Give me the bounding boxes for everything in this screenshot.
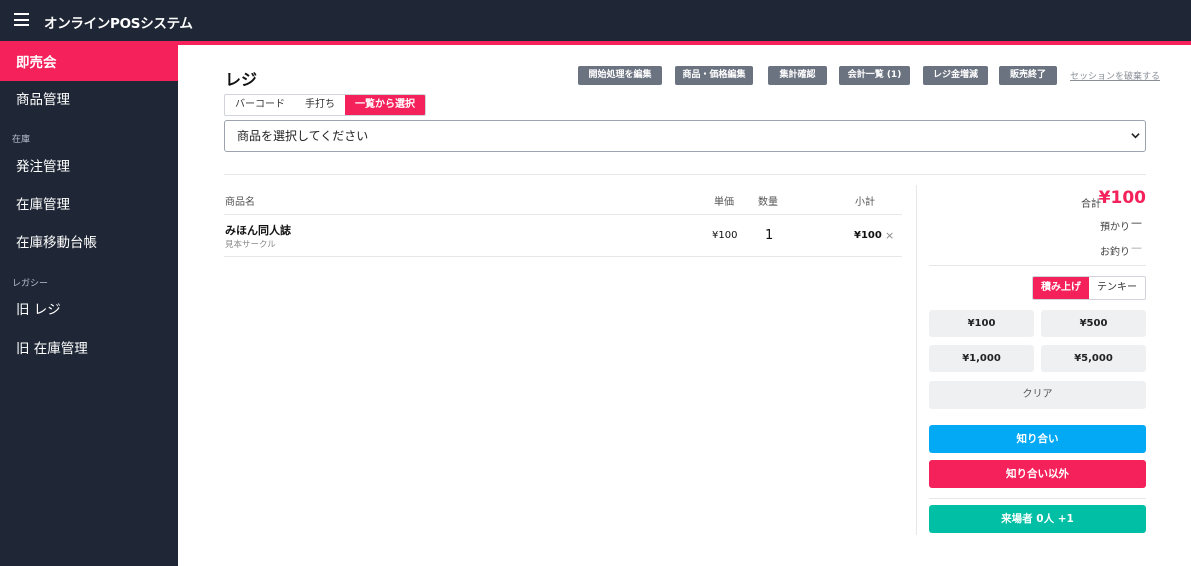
chevron-down-icon [1131,133,1140,139]
cash-100-button[interactable]: ¥100 [929,310,1034,337]
column-header-subtotal: 小計 [855,197,875,208]
mode-stack[interactable]: 積み上げ [1033,277,1089,299]
unit-price: ¥100 [712,230,738,241]
sidebar-item-order-management[interactable]: 発注管理 [0,149,178,185]
column-header-unit-price: 単価 [714,197,734,208]
change-value: — [1131,241,1142,254]
accounts-list-button[interactable]: 会計一覧 (1) [839,66,910,85]
product-select-value: 商品を選択してください [237,129,369,143]
hamburger-menu-icon[interactable] [14,13,29,26]
cash-5000-button[interactable]: ¥5,000 [1041,345,1146,372]
non-acquaintance-button[interactable]: 知り合い以外 [929,460,1146,488]
clear-button[interactable]: クリア [929,381,1146,409]
register-adjust-button[interactable]: レジ金増減 [923,66,988,85]
column-header-name: 商品名 [225,197,255,208]
product-select[interactable]: 商品を選択してください [224,120,1146,152]
received-label: 預かり [1100,222,1130,233]
sidebar-section-stock: 在庫 [12,135,31,145]
divider [224,174,1146,175]
checkout-divider [929,498,1146,499]
received-value: — [1131,216,1142,229]
page-title: レジ [225,70,258,89]
table-header-line [224,214,902,215]
sidebar-item-stock-management[interactable]: 在庫管理 [0,187,178,223]
line-subtotal: ¥100 [854,230,882,241]
tab-manual[interactable]: 手打ち [295,95,345,115]
product-name: みほん同人誌 [225,224,291,237]
tab-barcode[interactable]: バーコード [225,95,295,115]
check-totals-button[interactable]: 集計確認 [768,66,827,85]
main-content: レジ 開始処理を編集 商品・価格編集 集計確認 会計一覧 (1) レジ金増減 販… [178,45,1191,566]
sidebar-item-event-sale[interactable]: 即売会 [0,45,178,81]
quantity-value[interactable]: 1 [765,228,773,243]
edit-products-button[interactable]: 商品・価格編集 [675,66,753,85]
end-sale-button[interactable]: 販売終了 [999,66,1057,85]
top-bar: オンラインPOSシステム [0,0,1191,41]
acquaintance-button[interactable]: 知り合い [929,425,1146,453]
sidebar-section-legacy: レガシー [12,279,49,289]
column-header-qty: 数量 [758,197,778,208]
mode-tenkey[interactable]: テンキー [1089,277,1145,299]
sidebar-item-product-management[interactable]: 商品管理 [0,82,178,118]
input-method-toggle: 積み上げ テンキー [1032,276,1146,300]
sidebar: 即売会 商品管理 在庫 発注管理 在庫管理 在庫移動台帳 レガシー 旧 レジ 旧… [0,45,178,566]
discard-session-link[interactable]: セッションを破棄する [1070,69,1160,82]
table-row-line [224,256,902,257]
app-title: オンラインPOSシステム [44,16,193,32]
edit-opening-button[interactable]: 開始処理を編集 [578,66,662,85]
total-value: ¥100 [1098,188,1146,208]
visitor-count-button[interactable]: 来場者 0人 +1 [929,505,1146,533]
vertical-divider [916,185,917,535]
cash-500-button[interactable]: ¥500 [1041,310,1146,337]
remove-item-icon[interactable]: × [885,229,894,242]
sidebar-item-legacy-register[interactable]: 旧 レジ [0,292,178,328]
input-mode-tabs: バーコード 手打ち 一覧から選択 [224,94,426,116]
summary-divider [929,265,1146,266]
sidebar-item-legacy-stock[interactable]: 旧 在庫管理 [0,331,178,367]
circle-name: 見本サークル [225,240,276,250]
tab-select-from-list[interactable]: 一覧から選択 [345,95,425,115]
cash-1000-button[interactable]: ¥1,000 [929,345,1034,372]
change-label: お釣り [1100,247,1130,258]
sidebar-item-stock-transfer-ledger[interactable]: 在庫移動台帳 [0,225,178,261]
